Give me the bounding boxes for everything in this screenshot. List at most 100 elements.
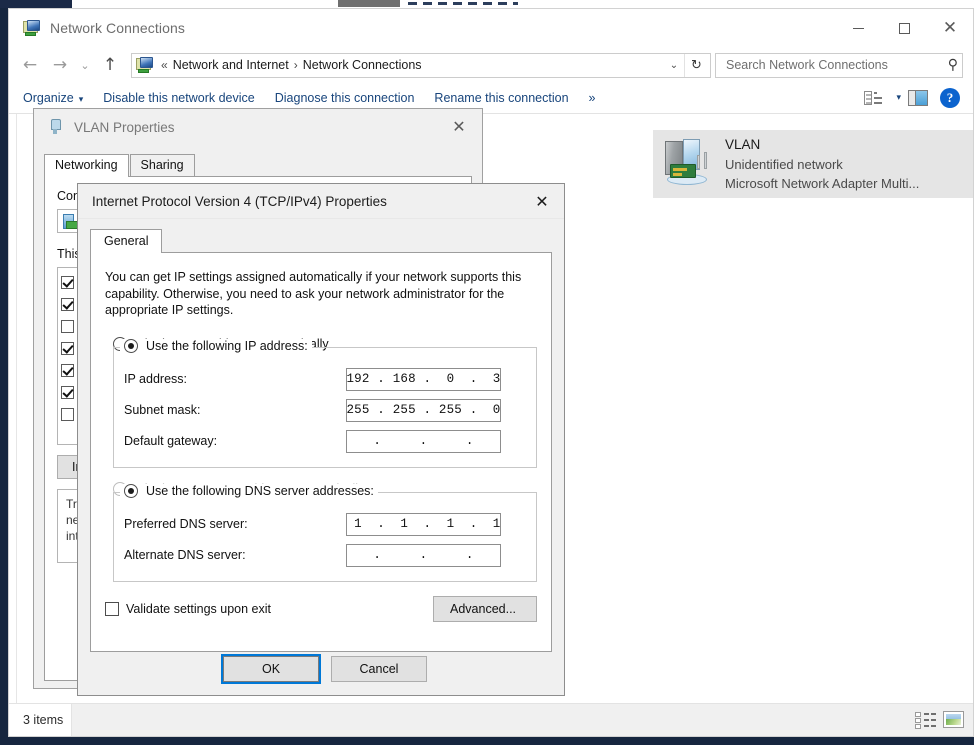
ipv4-close-button[interactable]: ✕ bbox=[520, 184, 564, 218]
tab-sharing[interactable]: Sharing bbox=[130, 154, 195, 176]
component-checkbox[interactable] bbox=[61, 320, 74, 333]
ipv4-general-page: You can get IP settings assigned automat… bbox=[90, 252, 552, 652]
background-tab-edge bbox=[338, 0, 400, 7]
search-input[interactable] bbox=[724, 57, 948, 73]
list-item[interactable]: VLAN Unidentified network Microsoft Netw… bbox=[653, 130, 974, 198]
ipv4-cancel-button[interactable]: Cancel bbox=[331, 656, 427, 682]
use-following-ip-label: Use the following IP address: bbox=[146, 339, 308, 353]
default-gateway-input[interactable]: . . . bbox=[346, 430, 501, 453]
breadcrumb-item-network-and-internet[interactable]: Network and Internet bbox=[173, 58, 289, 72]
ip-address-row: IP address: 192 . 168 . 0 . 3 bbox=[124, 364, 526, 395]
ipv4-dialog-titlebar: Internet Protocol Version 4 (TCP/IPv4) P… bbox=[78, 184, 564, 219]
details-view-icon[interactable] bbox=[915, 710, 937, 730]
breadcrumb[interactable]: « Network and Internet › Network Connect… bbox=[131, 53, 711, 78]
recent-locations-button[interactable]: ⌄ bbox=[75, 50, 95, 80]
subnet-mask-row: Subnet mask: 255 . 255 . 255 . 0 bbox=[124, 395, 526, 426]
up-button[interactable]: ↑ bbox=[95, 50, 125, 80]
chevron-down-icon: ▾ bbox=[79, 95, 84, 105]
preferred-dns-input[interactable]: 1 . 1 . 1 . 1 bbox=[346, 513, 501, 536]
background-dashed-edge bbox=[408, 2, 518, 5]
alternate-dns-row: Alternate DNS server: . . . bbox=[124, 540, 526, 571]
organize-menu[interactable]: Organize▾ bbox=[23, 91, 93, 105]
vlan-tabstrip: Networking Sharing bbox=[44, 153, 472, 176]
help-button[interactable]: ? bbox=[935, 85, 965, 111]
validate-settings-label: Validate settings upon exit bbox=[126, 602, 271, 616]
radio-icon[interactable] bbox=[124, 339, 138, 353]
subnet-mask-input[interactable]: 255 . 255 . 255 . 0 bbox=[346, 399, 501, 422]
preview-pane-button[interactable] bbox=[903, 85, 933, 111]
ipv4-properties-dialog: Internet Protocol Version 4 (TCP/IPv4) P… bbox=[77, 183, 565, 696]
search-icon[interactable]: ⚲ bbox=[948, 57, 958, 73]
tab-networking[interactable]: Networking bbox=[44, 154, 129, 177]
component-checkbox[interactable] bbox=[61, 386, 74, 399]
breadcrumb-overflow[interactable]: « bbox=[156, 58, 173, 72]
validate-settings-checkbox[interactable] bbox=[105, 602, 119, 616]
breadcrumb-separator: › bbox=[289, 58, 303, 72]
subnet-mask-label: Subnet mask: bbox=[124, 403, 346, 417]
connection-device: Microsoft Network Adapter Multi... bbox=[725, 174, 919, 193]
component-checkbox[interactable] bbox=[61, 364, 74, 377]
connection-status: Unidentified network bbox=[725, 155, 919, 174]
use-following-dns-option[interactable]: Use the following DNS server addresses: bbox=[120, 484, 378, 498]
breadcrumb-network-icon bbox=[136, 57, 152, 73]
back-button[interactable]: ← bbox=[15, 50, 45, 80]
default-gateway-row: Default gateway: . . . bbox=[124, 426, 526, 457]
network-plug-icon bbox=[48, 119, 62, 136]
vlan-dialog-title: VLAN Properties bbox=[74, 120, 175, 135]
window-titlebar: Network Connections ✕ bbox=[9, 9, 973, 47]
network-connections-icon bbox=[23, 20, 39, 36]
help-icon: ? bbox=[940, 88, 960, 108]
ipv4-dialog-title: Internet Protocol Version 4 (TCP/IPv4) P… bbox=[92, 194, 387, 209]
network-adapter-icon bbox=[661, 138, 719, 190]
address-bar: ← → ⌄ ↑ « Network and Internet › Network… bbox=[9, 47, 973, 83]
item-count: 3 items bbox=[9, 713, 71, 727]
vlan-close-button[interactable]: ✕ bbox=[436, 109, 482, 143]
ipv4-dialog-body: General You can get IP settings assigned… bbox=[78, 219, 564, 652]
toolbar-right-group: ▾ ? bbox=[859, 85, 965, 111]
diagnose-connection-button[interactable]: Diagnose this connection bbox=[265, 91, 425, 105]
radio-icon[interactable] bbox=[124, 484, 138, 498]
navigation-pane bbox=[9, 114, 17, 703]
ipv4-tabstrip: General bbox=[90, 228, 552, 252]
ip-address-label: IP address: bbox=[124, 372, 346, 386]
component-checkbox[interactable] bbox=[61, 408, 74, 421]
use-following-ip-option[interactable]: Use the following IP address: bbox=[120, 339, 312, 353]
minimize-button[interactable] bbox=[835, 9, 881, 47]
window-title: Network Connections bbox=[50, 20, 185, 36]
ip-address-input[interactable]: 192 . 168 . 0 . 3 bbox=[346, 368, 501, 391]
maximize-button[interactable] bbox=[881, 9, 927, 47]
manual-ip-group: Use the following IP address: IP address… bbox=[113, 347, 537, 468]
view-buttons bbox=[915, 710, 965, 730]
component-checkbox[interactable] bbox=[61, 276, 74, 289]
chevron-down-icon[interactable]: ⌄ bbox=[664, 60, 684, 71]
network-adapter-icon bbox=[62, 213, 78, 229]
preferred-dns-row: Preferred DNS server: 1 . 1 . 1 . 1 bbox=[124, 509, 526, 540]
preferred-dns-label: Preferred DNS server: bbox=[124, 517, 346, 531]
view-chevron-down-icon[interactable]: ▾ bbox=[896, 93, 901, 103]
close-button[interactable]: ✕ bbox=[927, 9, 973, 47]
component-checkbox[interactable] bbox=[61, 342, 74, 355]
default-gateway-label: Default gateway: bbox=[124, 434, 346, 448]
change-view-button[interactable] bbox=[859, 85, 889, 111]
alternate-dns-input[interactable]: . . . bbox=[346, 544, 501, 567]
breadcrumb-item-network-connections[interactable]: Network Connections bbox=[303, 58, 422, 72]
use-following-dns-label: Use the following DNS server addresses: bbox=[146, 484, 374, 498]
window-controls: ✕ bbox=[835, 9, 973, 47]
disable-device-button[interactable]: Disable this network device bbox=[93, 91, 264, 105]
ipv4-bottom-row: Validate settings upon exit Advanced... bbox=[105, 596, 537, 622]
search-box[interactable]: ⚲ bbox=[715, 53, 963, 78]
refresh-icon[interactable]: ↻ bbox=[684, 54, 708, 77]
connection-name: VLAN bbox=[725, 135, 919, 155]
large-icons-view-icon[interactable] bbox=[943, 710, 965, 730]
toolbar-overflow-button[interactable]: » bbox=[579, 91, 606, 105]
tab-general[interactable]: General bbox=[90, 229, 162, 253]
forward-button[interactable]: → bbox=[45, 50, 75, 80]
ipv4-dialog-footer: OK Cancel bbox=[78, 643, 564, 695]
advanced-button[interactable]: Advanced... bbox=[433, 596, 537, 622]
ipv4-intro-text: You can get IP settings assigned automat… bbox=[105, 269, 537, 319]
component-checkbox[interactable] bbox=[61, 298, 74, 311]
rename-connection-button[interactable]: Rename this connection bbox=[424, 91, 578, 105]
status-bar: 3 items bbox=[9, 703, 973, 736]
manual-dns-group: Use the following DNS server addresses: … bbox=[113, 492, 537, 582]
ipv4-ok-button[interactable]: OK bbox=[223, 656, 319, 682]
